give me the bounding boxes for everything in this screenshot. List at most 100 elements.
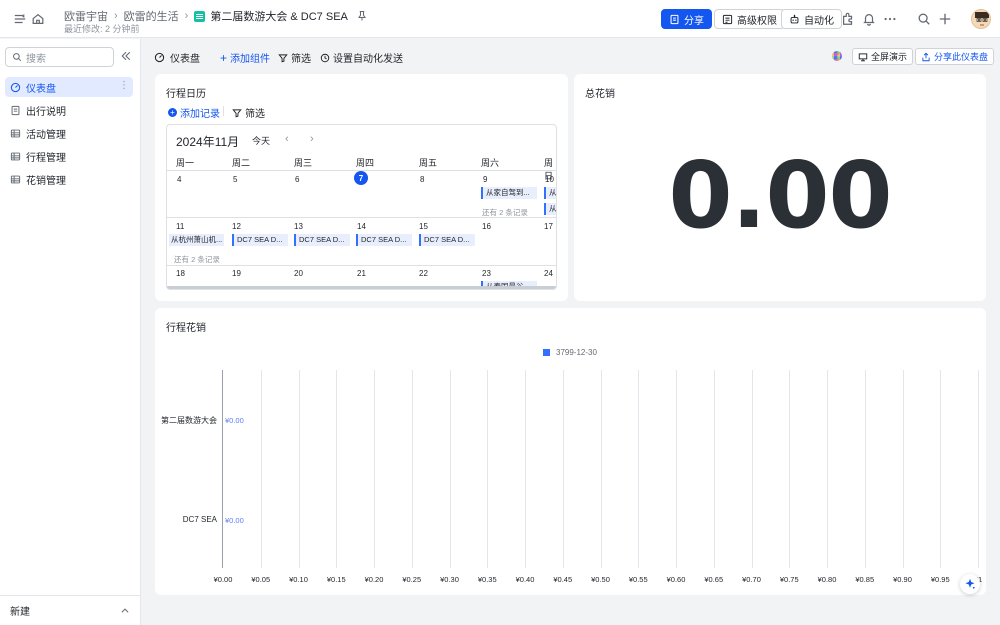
share-dashboard-label: 分享此仪表盘: [934, 52, 989, 62]
day-cell[interactable]: 17: [544, 222, 553, 231]
plus-icon[interactable]: [937, 11, 953, 27]
weekday-label: 周五: [419, 158, 438, 168]
chart-title: 行程花销: [166, 323, 206, 334]
grid-line: [487, 370, 489, 568]
y-axis-line: [222, 370, 223, 568]
x-tick-label: ¥0.95: [930, 575, 950, 584]
horizontal-scrollbar[interactable]: [167, 286, 556, 289]
day-cell[interactable]: 22: [419, 269, 428, 278]
share-button[interactable]: 分享: [661, 9, 712, 29]
day-cell[interactable]: 13: [294, 222, 303, 231]
weekday-label: 周六: [481, 158, 500, 168]
document-icon: [670, 14, 679, 24]
today-button[interactable]: 今天: [252, 134, 270, 147]
calendar-event[interactable]: DC7 SEA D...: [232, 234, 288, 246]
calendar-event[interactable]: 从: [544, 187, 556, 199]
day-cell[interactable]: 5: [233, 175, 237, 184]
fullscreen-label: 全屏演示: [871, 52, 908, 62]
divider: [167, 217, 556, 218]
sidebar-item-label: 出行说明: [26, 106, 66, 118]
share-dashboard-button[interactable]: 分享此仪表盘: [915, 48, 995, 65]
x-tick-label: ¥0.05: [251, 575, 271, 584]
day-cell[interactable]: 19: [232, 269, 241, 278]
ai-sparkle-button[interactable]: [960, 574, 980, 594]
fullscreen-button[interactable]: 全屏演示: [852, 48, 914, 65]
calendar-event[interactable]: 从家自驾到...: [481, 187, 537, 199]
table-icon: [10, 175, 21, 183]
automation-label: 自动化: [804, 15, 834, 27]
grid-line: [713, 370, 715, 568]
day-cell[interactable]: 23: [482, 269, 491, 278]
prev-month-icon[interactable]: ‹: [285, 133, 289, 145]
automation-send-button[interactable]: 设置自动化发送: [320, 50, 403, 65]
day-cell[interactable]: 12: [232, 222, 241, 231]
day-cell[interactable]: 20: [294, 269, 303, 278]
breadcrumb-doc[interactable]: 第二届数游大会 & DC7 SEA: [194, 8, 348, 24]
search-icon[interactable]: [916, 11, 932, 27]
day-cell[interactable]: 9: [483, 175, 487, 184]
day-cell[interactable]: 21: [357, 269, 366, 278]
avatar[interactable]: [971, 9, 991, 29]
more-icon[interactable]: [882, 11, 898, 27]
calendar-filter-button[interactable]: 筛选: [232, 105, 265, 120]
filter-label: 筛选: [291, 54, 311, 65]
y-category-label: 第二届数游大会: [161, 416, 217, 425]
sidebar-item-expenses[interactable]: 花销管理: [5, 169, 133, 189]
pin-icon[interactable]: [356, 10, 368, 22]
permissions-button[interactable]: 高级权限: [714, 9, 785, 29]
more-vertical-icon[interactable]: ⋮: [119, 80, 129, 91]
calendar-event[interactable]: DC7 SEA D...: [294, 234, 350, 246]
divider: [223, 106, 224, 116]
today-day-cell[interactable]: 7: [354, 171, 368, 185]
add-component-button[interactable]: + 添加组件: [220, 50, 270, 66]
x-tick-label: ¥0.60: [666, 575, 686, 584]
calendar-event[interactable]: DC7 SEA D...: [419, 234, 475, 246]
bell-icon[interactable]: [861, 11, 877, 27]
search-input[interactable]: 搜索: [5, 47, 114, 67]
sidebar-item-label: 花销管理: [26, 175, 66, 187]
day-cell[interactable]: 4: [177, 175, 181, 184]
calendar-event[interactable]: 从杭州萧山机...: [169, 234, 224, 246]
grid-line: [449, 370, 451, 568]
next-month-icon[interactable]: ›: [310, 133, 314, 145]
sidebar-item-travel-notes[interactable]: 出行说明: [5, 100, 133, 120]
legend-label: 3799-12-30: [556, 348, 597, 357]
day-cell[interactable]: 6: [295, 175, 299, 184]
more-records-link[interactable]: 还有 2 条记录: [174, 254, 220, 265]
x-tick-label: ¥0.65: [704, 575, 724, 584]
home-icon[interactable]: [30, 11, 46, 27]
plugin-icon[interactable]: [840, 11, 856, 27]
x-tick-label: ¥0.35: [477, 575, 497, 584]
collapse-sidebar-icon[interactable]: [120, 50, 132, 62]
add-record-button[interactable]: + 添加记录: [168, 105, 220, 120]
day-cell[interactable]: 18: [176, 269, 185, 278]
top-bar: 欧雷宇宙 › 欧雷的生活 › 第二届数游大会 & DC7 SEA 最近修改: 2…: [0, 0, 1000, 38]
day-cell[interactable]: 10: [545, 175, 554, 184]
calendar-event[interactable]: DC7 SEA D...: [356, 234, 412, 246]
day-cell[interactable]: 8: [420, 175, 424, 184]
weekday-label: 周三: [294, 158, 313, 168]
calendar-event[interactable]: 从: [544, 203, 556, 215]
day-cell[interactable]: 16: [482, 222, 491, 231]
x-tick-label: ¥0.45: [553, 575, 573, 584]
sidebar-item-itinerary[interactable]: 行程管理: [5, 146, 133, 166]
sidebar-toggle-icon[interactable]: [12, 11, 28, 27]
sidebar-item-activities[interactable]: 活动管理: [5, 123, 133, 143]
x-tick-label: ¥0.30: [440, 575, 459, 584]
base-icon: [194, 10, 206, 22]
automation-button[interactable]: 自动化: [781, 9, 842, 29]
grid-line: [260, 370, 262, 568]
ai-assistant-icon[interactable]: [832, 51, 842, 61]
filter-button[interactable]: 筛选: [278, 50, 311, 65]
day-cell[interactable]: 14: [357, 222, 366, 231]
dashboard-icon: [154, 52, 165, 63]
automation-send-label: 设置自动化发送: [333, 54, 403, 65]
day-cell[interactable]: 15: [419, 222, 428, 231]
table-icon: [10, 152, 21, 160]
filter-icon: [232, 108, 242, 117]
new-button[interactable]: 新建: [0, 595, 140, 625]
grid-line: [902, 370, 904, 568]
day-cell[interactable]: 11: [176, 222, 184, 231]
sidebar-item-dashboard[interactable]: 仪表盘 ⋮: [5, 77, 133, 97]
day-cell[interactable]: 24: [544, 269, 553, 278]
